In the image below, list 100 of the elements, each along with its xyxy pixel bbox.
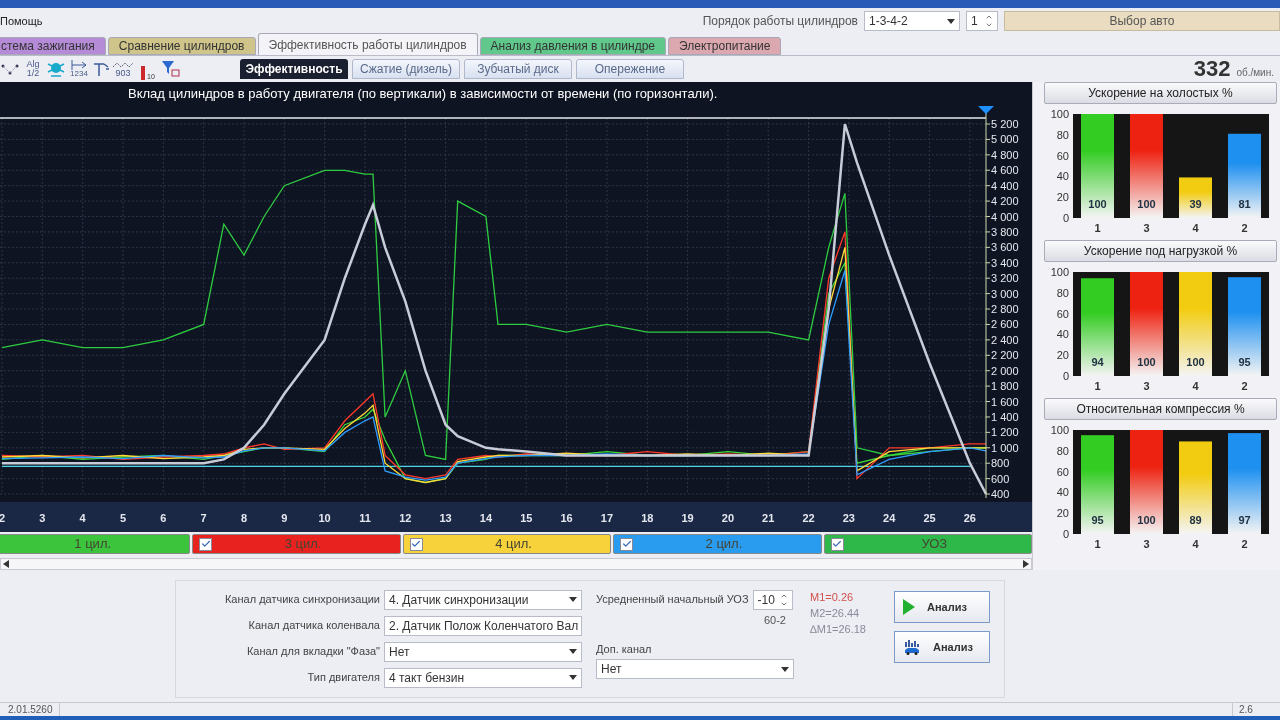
data-label: 95	[1238, 356, 1251, 368]
y-tick-label: 4 800	[991, 148, 1019, 161]
y-tick-label: 2 400	[991, 333, 1019, 346]
x-tick-label: 13	[439, 512, 452, 524]
x-tick-label: 17	[600, 512, 614, 524]
x-tick-label: 9	[281, 512, 288, 524]
field-label: Канал для вкладки "Фаза"	[246, 644, 380, 660]
x-tick-label: 16	[560, 512, 573, 524]
y-tick-label: 600	[991, 472, 1010, 485]
x-tick-label: 3	[39, 512, 46, 524]
data-label: 100	[1088, 198, 1107, 210]
x-tick-label: 2	[1241, 222, 1248, 234]
x-tick-label: 15	[520, 512, 533, 524]
y-tick-label: 40	[1056, 486, 1069, 499]
x-tick-label: 19	[681, 512, 694, 524]
field-label: Доп. канал	[596, 641, 653, 657]
y-tick-label: 0	[1062, 528, 1069, 540]
y-tick-label: 2 000	[991, 364, 1019, 377]
data-label: 100	[1186, 356, 1205, 368]
y-tick-label: 3 200	[991, 272, 1019, 285]
y-tick-label: 80	[1056, 286, 1069, 299]
y-tick-label: 60	[1056, 465, 1069, 478]
y-tick-label: 1 800	[991, 380, 1019, 393]
y-tick-label: 80	[1056, 444, 1069, 457]
data-label: 81	[1238, 198, 1251, 210]
y-tick-label: 4 600	[991, 164, 1019, 177]
y-tick-label: 4 000	[991, 210, 1019, 223]
field-label: Канал датчика коленвала	[248, 618, 380, 634]
y-tick-label: 5 000	[991, 133, 1019, 146]
y-tick-label: 100	[1050, 424, 1069, 436]
x-tick-label: 1	[1094, 538, 1101, 550]
x-tick-label: 22	[802, 512, 815, 524]
y-tick-label: 3 600	[991, 241, 1019, 254]
x-tick-label: 6	[160, 512, 167, 524]
y-tick-label: 40	[1056, 170, 1069, 183]
data-label: 100	[1137, 356, 1156, 368]
x-tick-label: 2	[1241, 380, 1248, 392]
y-tick-label: 0	[1062, 212, 1069, 224]
data-label: 100	[1137, 198, 1156, 210]
y-tick-label: 100	[1050, 266, 1069, 278]
y-tick-label: 5 200	[991, 118, 1019, 131]
y-tick-label: 1 200	[991, 426, 1019, 439]
x-tick-label: 8	[240, 512, 248, 524]
rpm-value: 332	[1193, 58, 1231, 80]
data-label: 39	[1189, 198, 1202, 210]
y-tick-label: 3 800	[991, 225, 1019, 238]
x-tick-label: 2	[1241, 538, 1248, 550]
x-tick-label: 3	[1143, 538, 1150, 550]
data-label: 97	[1238, 514, 1251, 526]
x-tick-label: 1	[1094, 222, 1101, 234]
rpm-unit: об./мин.	[1236, 66, 1274, 80]
x-tick-label: 23	[842, 512, 856, 524]
measurement: M2=26.44	[810, 606, 861, 621]
measurement: ∆M1=26.18	[810, 622, 867, 637]
data-label: 94	[1091, 356, 1105, 368]
x-tick-label: 10	[318, 512, 331, 524]
x-tick-label: 12	[399, 512, 412, 524]
x-tick-label: 5	[119, 512, 127, 524]
y-tick-label: 80	[1056, 128, 1069, 141]
x-tick-label: 7	[200, 512, 207, 524]
wheel-type: 60-2	[763, 613, 786, 628]
y-tick-label: 1 600	[991, 395, 1019, 408]
y-tick-label: 60	[1056, 307, 1069, 320]
x-tick-label: 21	[762, 512, 775, 524]
x-tick-label: 14	[479, 512, 493, 524]
x-tick-label: 3	[1143, 222, 1150, 234]
x-tick-label: 4	[1192, 222, 1200, 234]
field-label: Тип двигателя	[307, 670, 380, 686]
x-tick-label: 4	[1192, 380, 1200, 392]
y-tick-label: 800	[991, 457, 1010, 470]
y-tick-label: 0	[1062, 370, 1069, 382]
x-axis: 2 3 4 5 6 7 8 9 10 11 12 13 14 15 16 17 18 19 20 21 22 23 24 25 26	[0, 502, 1032, 532]
y-tick-label: 3 400	[991, 256, 1019, 269]
x-tick-label: 18	[641, 512, 654, 524]
x-tick-label: 24	[883, 512, 897, 524]
y-tick-label: 20	[1056, 349, 1069, 362]
field-label: Порядок работы цилиндров	[702, 13, 858, 30]
y-tick-label: 60	[1056, 149, 1069, 162]
x-tick-label: 4	[1192, 538, 1200, 550]
y-tick-label: 2 800	[991, 303, 1019, 316]
y-tick-label: 20	[1056, 191, 1069, 204]
x-tick-label: 1	[1094, 380, 1101, 392]
y-tick-label: 100	[1050, 108, 1069, 120]
y-tick-label: 4 200	[991, 195, 1019, 208]
y-tick-label: 1 400	[991, 410, 1019, 423]
y-tick-label: 400	[991, 488, 1010, 501]
y-tick-label: 4 400	[991, 179, 1019, 192]
y-tick-label: 1 000	[991, 441, 1019, 454]
x-tick-label: 3	[1143, 380, 1150, 392]
x-tick-label: 4	[79, 512, 87, 524]
x-tick-label: 20	[721, 512, 735, 524]
x-tick-label: 26	[963, 512, 976, 524]
y-tick-label: 3 000	[991, 287, 1019, 300]
y-tick-label: 40	[1056, 328, 1069, 341]
x-tick-label: 25	[923, 512, 936, 524]
field-label: Канал датчика синхронизации	[224, 592, 380, 608]
y-tick-label: 2 200	[991, 349, 1019, 362]
field-label: Усредненный начальный УОЗ	[596, 592, 749, 608]
x-tick-label: 11	[359, 512, 371, 524]
y-tick-label: 2 600	[991, 318, 1019, 331]
